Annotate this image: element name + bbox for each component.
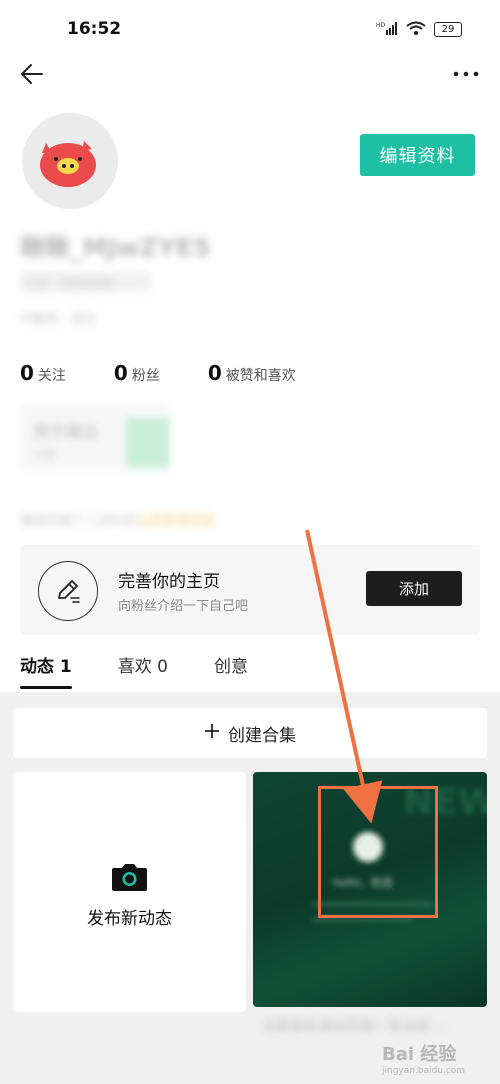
- profile-subtext: IP属地：湖北: [20, 312, 97, 327]
- add-button[interactable]: 添加: [366, 571, 462, 606]
- nickname: 瞅瞅_MJwZYE5: [20, 233, 211, 262]
- watermark-brand: Bai 经验: [382, 1044, 457, 1065]
- tip-highlight: 立即获得奖励: [137, 514, 216, 529]
- complete-card-subtitle: 向粉丝介绍一下自己吧: [118, 599, 249, 614]
- digital-card-image: [126, 418, 170, 468]
- stat-following[interactable]: 0 关注: [20, 361, 66, 385]
- wifi-icon: [406, 20, 426, 39]
- profile-tabs: 动态 1 喜欢 0 创意: [20, 652, 248, 689]
- avatar[interactable]: [22, 113, 118, 209]
- digital-card-sub: 去看: [34, 448, 56, 461]
- svg-text:HD: HD: [376, 22, 386, 29]
- edit-pencil-icon: [38, 561, 98, 621]
- complete-profile-card: 完善你的主页 向粉丝介绍一下自己吧 添加: [20, 545, 480, 635]
- baidu-watermark: Bai 经验 jingyan.baidu.com: [382, 1040, 465, 1076]
- highlight-box: [318, 786, 438, 918]
- profile-stats: 0 关注 0 粉丝 0 被赞和喜欢: [20, 361, 330, 385]
- status-time: 16:52: [67, 19, 122, 39]
- tab-creative[interactable]: 创意: [214, 652, 248, 689]
- create-collection-button[interactable]: 创建合集: [13, 708, 487, 758]
- publish-label: 发布新动态: [87, 909, 172, 929]
- plus-icon: [204, 723, 220, 744]
- more-dots-icon[interactable]: [452, 66, 480, 82]
- tip-text: 确保完善个人资料即: [20, 514, 138, 529]
- tab-likes[interactable]: 喜欢 0: [118, 652, 168, 689]
- stat-label: 被赞和喜欢: [225, 368, 296, 384]
- stat-count: 0: [207, 361, 222, 385]
- stat-label: 关注: [37, 368, 66, 384]
- post-caption: 这是我在滚动页面一条动态 —: [262, 1019, 449, 1035]
- stat-count: 0: [113, 361, 128, 385]
- edit-profile-button[interactable]: 编辑资料: [360, 134, 475, 176]
- profile-badge-text: 认证 · 无特别说明: [26, 277, 114, 290]
- profile-badge: 认证 · 无特别说明: [20, 272, 150, 292]
- camera-icon: [111, 862, 148, 892]
- battery-icon: 29: [434, 22, 462, 37]
- back-arrow-icon[interactable]: [18, 60, 46, 88]
- stat-label: 粉丝: [131, 368, 160, 384]
- digital-card-title: 数字藏品: [34, 422, 99, 441]
- publish-new-post-tile[interactable]: 发布新动态: [13, 772, 246, 1012]
- stat-followers[interactable]: 0 粉丝: [114, 361, 160, 385]
- status-icons: HD 29: [376, 20, 462, 39]
- complete-card-title: 完善你的主页: [118, 572, 220, 592]
- signal-icon: HD: [376, 20, 398, 39]
- tab-posts[interactable]: 动态 1: [20, 652, 72, 689]
- create-collection-label: 创建合集: [228, 725, 296, 746]
- stat-count: 0: [20, 361, 34, 385]
- profile-tip: 确保完善个人资料即立即获得奖励: [20, 510, 215, 529]
- watermark-url: jingyan.baidu.com: [382, 1066, 466, 1076]
- stat-likes[interactable]: 0 被赞和喜欢: [208, 361, 296, 385]
- digital-collection-card[interactable]: 数字藏品 去看: [20, 404, 170, 470]
